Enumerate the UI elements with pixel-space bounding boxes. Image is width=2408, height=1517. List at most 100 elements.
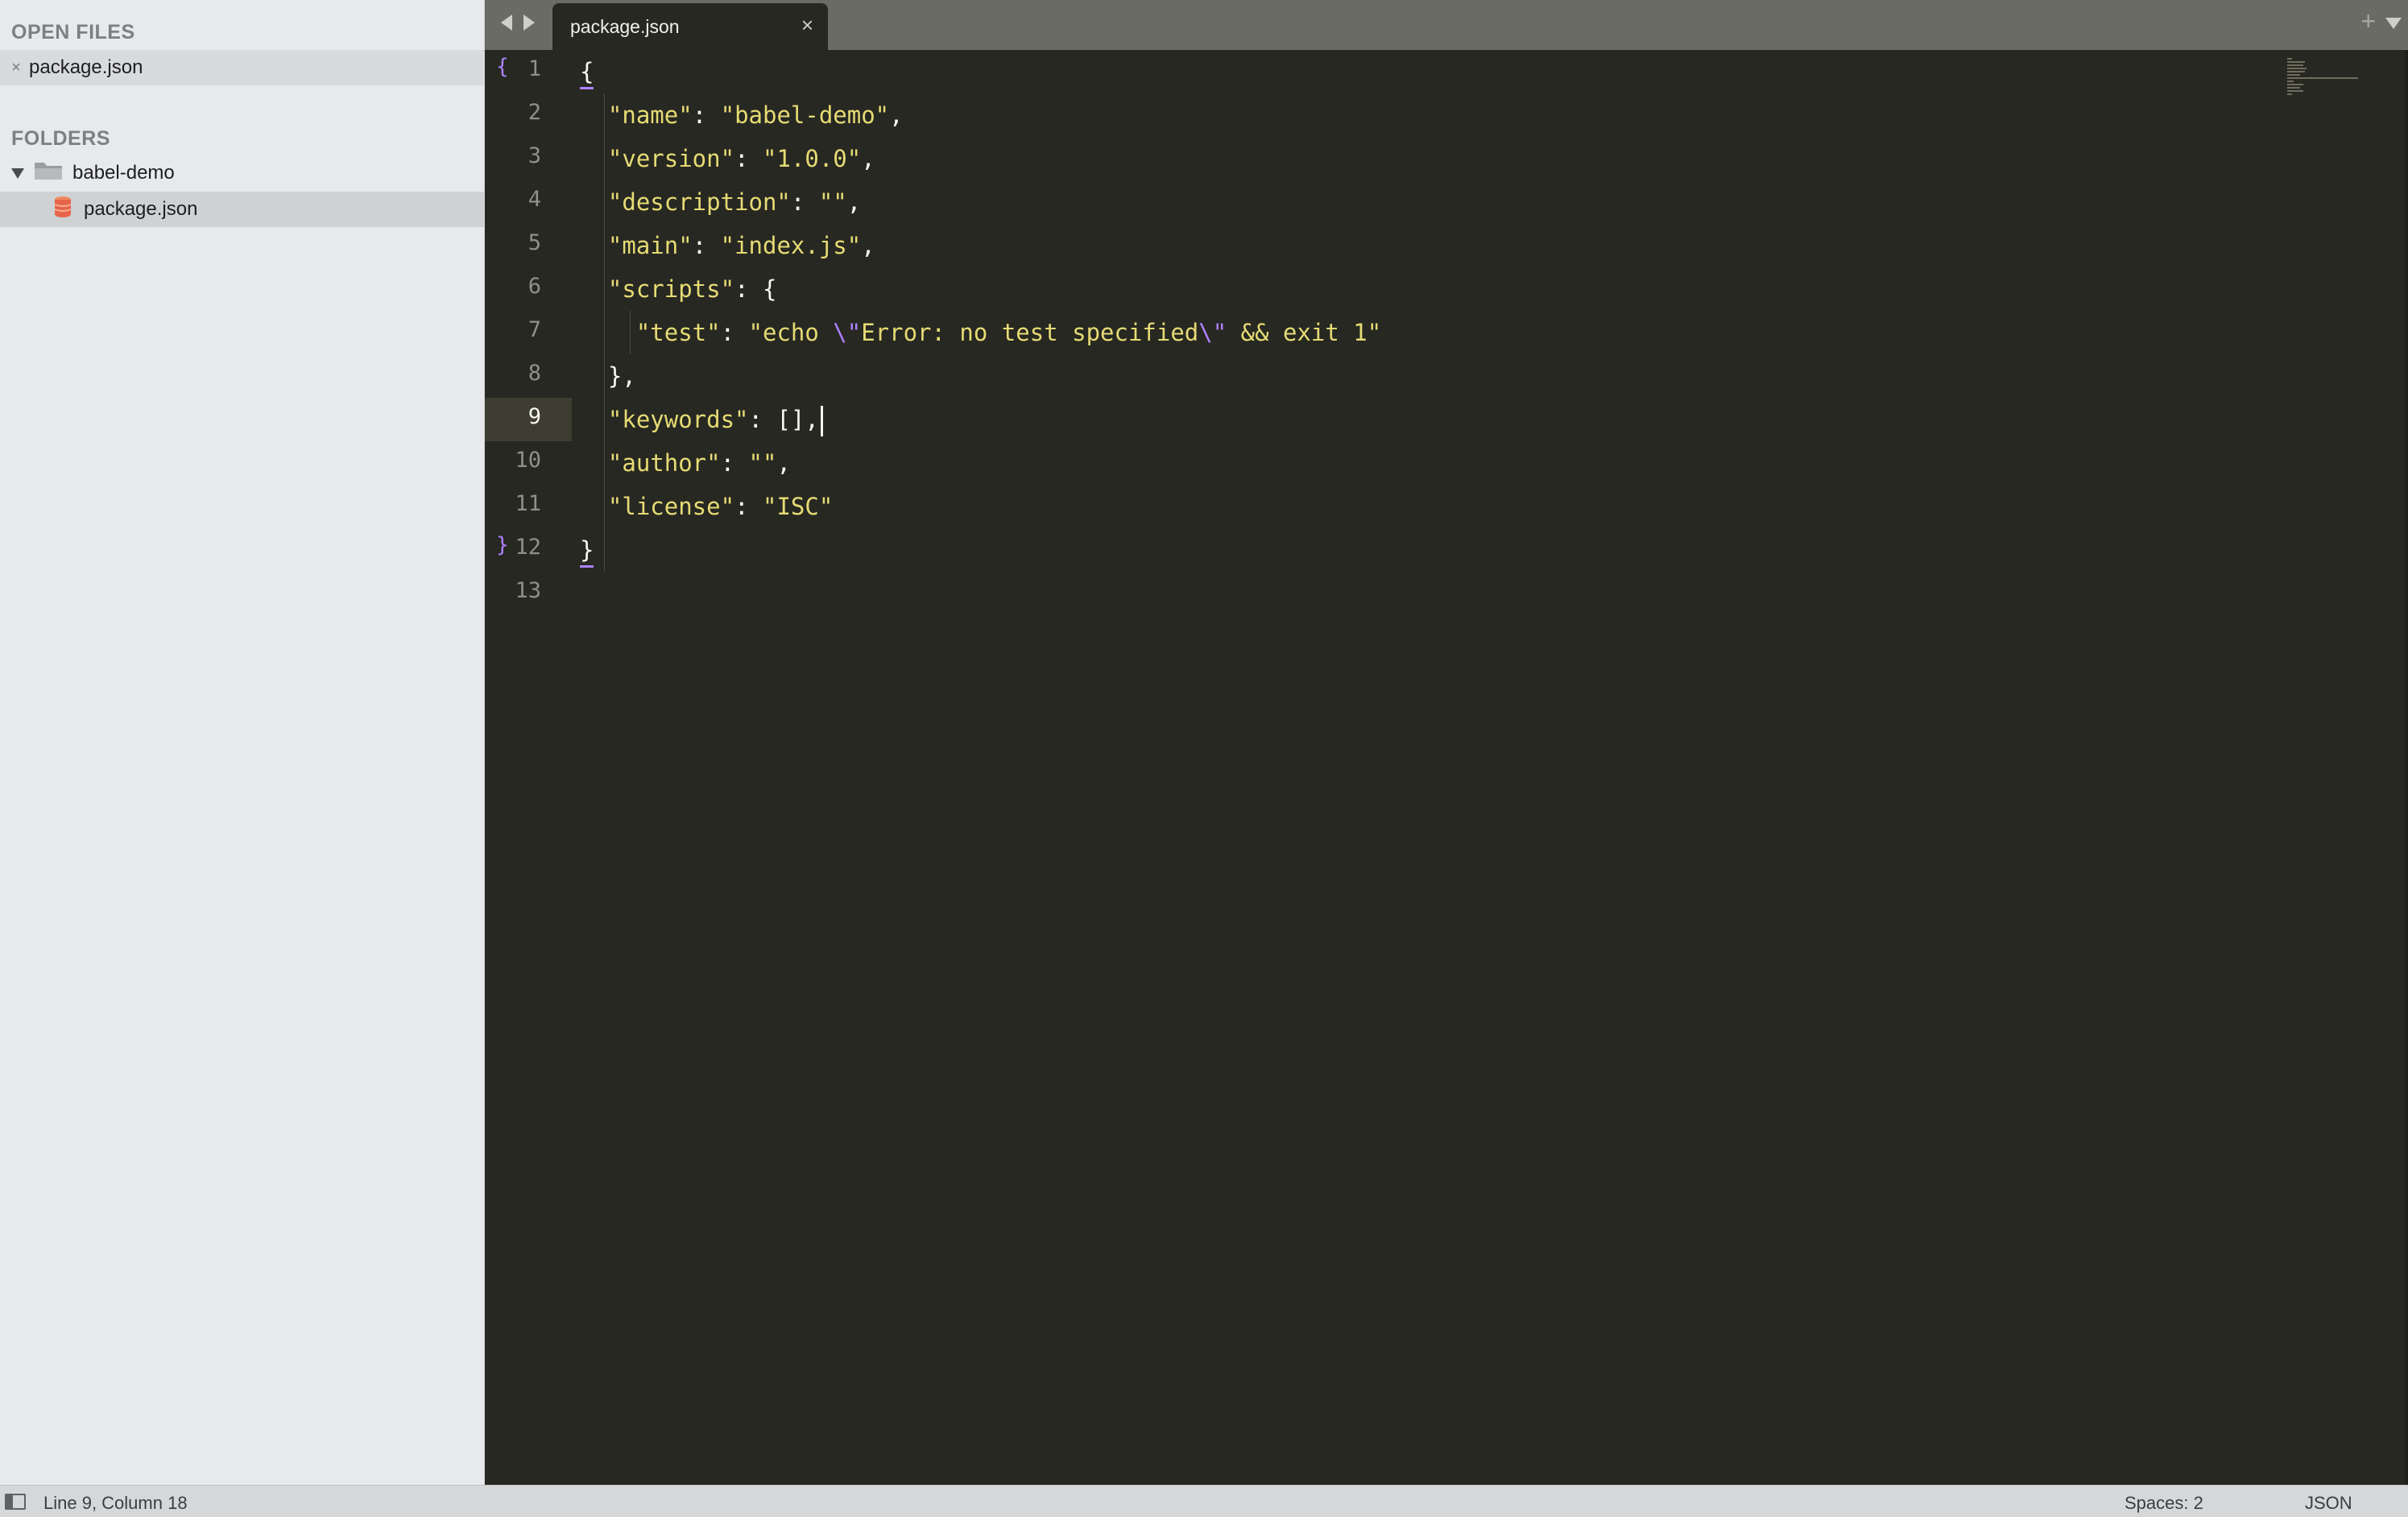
status-bar: Line 9, Column 18 Spaces: 2 JSON bbox=[0, 1485, 2408, 1517]
gutter-line: 3 bbox=[485, 137, 572, 180]
open-file-item[interactable]: × package.json bbox=[0, 50, 484, 85]
json-key: "keywords" bbox=[607, 406, 749, 433]
json-comma: , bbox=[776, 449, 791, 477]
line-number: 1 bbox=[528, 56, 541, 81]
sidebar-toggle-icon[interactable] bbox=[5, 1494, 26, 1510]
line-number: 2 bbox=[528, 100, 541, 125]
minimap-line bbox=[2287, 93, 2292, 95]
indentation-setting[interactable]: Spaces: 2 bbox=[2125, 1493, 2203, 1514]
json-colon: : bbox=[734, 493, 763, 520]
json-value-part: "echo bbox=[748, 319, 834, 346]
syntax-selector[interactable]: JSON bbox=[2305, 1493, 2352, 1514]
nav-forward-icon[interactable] bbox=[523, 14, 535, 31]
json-value: "" bbox=[818, 188, 847, 216]
json-array: [], bbox=[776, 406, 819, 433]
json-colon: : bbox=[720, 449, 749, 477]
brace-open: { bbox=[580, 58, 594, 89]
sidebar-file-label: package.json bbox=[84, 198, 198, 220]
nav-back-icon[interactable] bbox=[501, 14, 512, 31]
json-key: "description" bbox=[607, 188, 791, 216]
minimap-line bbox=[2287, 87, 2300, 89]
json-colon: : bbox=[748, 406, 777, 433]
line-number: 12 bbox=[515, 535, 541, 560]
gutter-line: 11 bbox=[485, 485, 572, 528]
brace-close: } bbox=[580, 536, 594, 568]
json-key: "main" bbox=[607, 232, 693, 259]
gutter-line: 5 bbox=[485, 224, 572, 267]
json-colon: : bbox=[720, 319, 749, 346]
json-colon: : bbox=[692, 101, 721, 129]
json-value: "babel-demo" bbox=[720, 101, 890, 129]
code-line: "author": "", bbox=[580, 441, 791, 485]
tab-close-icon[interactable]: × bbox=[801, 14, 813, 35]
gutter-line: 6 bbox=[485, 267, 572, 311]
open-file-label: package.json bbox=[29, 56, 143, 78]
line-number: 7 bbox=[528, 317, 541, 342]
json-key: "license" bbox=[607, 493, 735, 520]
fold-open-icon[interactable]: { bbox=[496, 56, 509, 77]
minimap-line bbox=[2287, 90, 2303, 92]
json-comma: , bbox=[846, 188, 862, 216]
minimap-line bbox=[2287, 77, 2358, 79]
cursor-position: Line 9, Column 18 bbox=[43, 1493, 188, 1513]
code-line: } bbox=[580, 528, 594, 572]
json-comma: , bbox=[861, 145, 875, 172]
sidebar: OPEN FILES × package.json FOLDERS babel-… bbox=[0, 0, 485, 1485]
gutter-line: 2 bbox=[485, 93, 572, 137]
line-number: 9 bbox=[528, 404, 541, 429]
minimap-line bbox=[2287, 64, 2303, 66]
folder-item-babel-demo[interactable]: babel-demo bbox=[0, 155, 484, 191]
minimap-line bbox=[2287, 58, 2292, 60]
fold-close-icon[interactable]: } bbox=[496, 535, 509, 556]
minimap[interactable] bbox=[2287, 56, 2360, 105]
line-number: 8 bbox=[528, 361, 541, 386]
line-number: 10 bbox=[515, 448, 541, 473]
code-line: "version": "1.0.0", bbox=[580, 137, 875, 180]
gutter-line: 4 bbox=[485, 180, 572, 224]
sidebar-file-package-json[interactable]: package.json bbox=[0, 192, 484, 227]
gutter-line: 13 bbox=[485, 572, 572, 615]
json-escape: \" bbox=[1198, 319, 1227, 346]
json-value: "index.js" bbox=[720, 232, 862, 259]
gutter-line: { 1 bbox=[485, 50, 572, 93]
gutter-line: } 12 bbox=[485, 528, 572, 572]
json-key: "scripts" bbox=[607, 275, 735, 303]
code-line: { bbox=[580, 50, 594, 93]
json-colon: : bbox=[790, 188, 819, 216]
minimap-line bbox=[2287, 84, 2303, 85]
code-line: "license": "ISC" bbox=[580, 485, 833, 528]
tab-menu-icon[interactable] bbox=[2385, 18, 2402, 29]
line-number: 11 bbox=[515, 491, 541, 516]
minimap-line bbox=[2287, 61, 2305, 63]
disclosure-triangle-icon[interactable] bbox=[11, 167, 24, 179]
code-line: "name": "babel-demo", bbox=[580, 93, 904, 137]
json-key: "version" bbox=[607, 145, 735, 172]
text-caret bbox=[820, 406, 823, 436]
json-brace: }, bbox=[607, 362, 636, 390]
line-number: 6 bbox=[528, 274, 541, 299]
json-escape: \" bbox=[833, 319, 862, 346]
code-line-current: "keywords": [], bbox=[580, 398, 823, 441]
gutter-line: 10 bbox=[485, 441, 572, 485]
close-file-icon[interactable]: × bbox=[10, 60, 23, 76]
json-brace: { bbox=[762, 275, 777, 303]
folders-heading: FOLDERS bbox=[11, 127, 110, 150]
code-editor[interactable]: { 1 2 3 4 5 6 7 8 9 10 11 } 12 13 { "nam… bbox=[485, 50, 2408, 1485]
minimap-line bbox=[2287, 71, 2305, 72]
line-number: 3 bbox=[528, 143, 541, 168]
line-number: 13 bbox=[515, 578, 541, 603]
minimap-line bbox=[2287, 68, 2307, 69]
open-files-heading: OPEN FILES bbox=[11, 21, 135, 43]
folder-icon bbox=[34, 160, 63, 187]
json-value: "ISC" bbox=[762, 493, 834, 520]
tab-package-json[interactable]: package.json × bbox=[552, 3, 828, 50]
json-key: "author" bbox=[607, 449, 721, 477]
code-line: }, bbox=[580, 354, 636, 398]
minimap-line bbox=[2287, 81, 2294, 82]
json-key: "name" bbox=[607, 101, 693, 129]
json-value-part: Error: no test specified bbox=[861, 319, 1199, 346]
vertical-scrollbar[interactable] bbox=[2405, 50, 2408, 1485]
json-comma: , bbox=[861, 232, 875, 259]
json-file-icon bbox=[53, 196, 72, 224]
new-tab-icon[interactable]: + bbox=[2360, 8, 2376, 34]
